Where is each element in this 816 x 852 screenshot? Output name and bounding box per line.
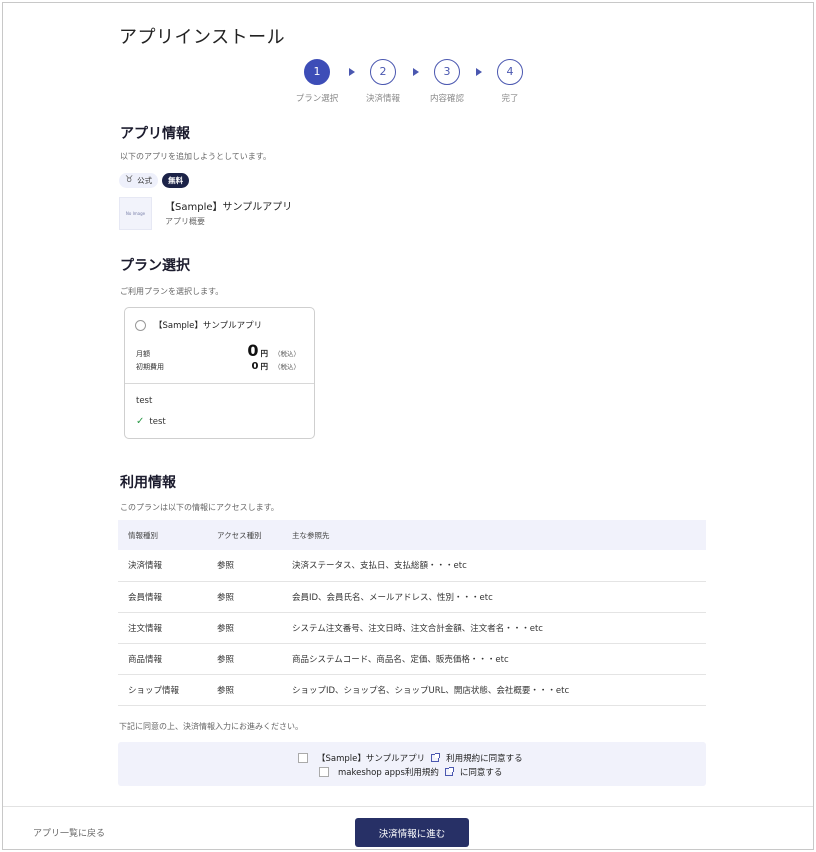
price-unit: 円 — [260, 362, 269, 371]
platform-terms-agreement: makeshop apps利用規約 に同意する — [319, 766, 502, 778]
external-link-icon[interactable] — [444, 767, 454, 776]
table-cell: 決済ステータス、支払日、支払総額・・・etc — [292, 550, 706, 582]
footer-bar: アプリ一覧に戻る 決済情報に進む — [3, 806, 813, 849]
table-cell: ショップID、ショップ名、ショップURL、開店状態、会社概要・・・etc — [292, 674, 706, 706]
step-number: 1 — [304, 59, 330, 85]
table-cell: 会員情報 — [118, 581, 217, 613]
step-plan-select: 1 プラン選択 — [282, 59, 352, 104]
plan-name: 【Sample】サンプルアプリ — [154, 321, 263, 331]
external-link-icon[interactable] — [431, 753, 441, 762]
table-cell: 参照 — [217, 643, 292, 675]
app-summary: No Image 【Sample】サンプルアプリ アプリ概要 — [119, 197, 292, 230]
table-row: 決済情報 参照 決済ステータス、支払日、支払総額・・・etc — [118, 550, 706, 582]
proceed-to-payment-button[interactable]: 決済情報に進む — [355, 818, 469, 847]
table-row: 注文情報 参照 システム注文番号、注文日時、注文合計金額、注文者名・・・etc — [118, 612, 706, 644]
official-badge-label: 公式 — [137, 176, 153, 185]
tax-note: （税込） — [274, 363, 300, 371]
table-row: ショップ情報 参照 ショップID、ショップ名、ショップURL、開店状態、会社概要… — [118, 674, 706, 706]
tax-note: （税込） — [274, 350, 300, 358]
step-number: 2 — [370, 59, 396, 85]
table-cell: 決済情報 — [118, 550, 217, 582]
step-number: 4 — [497, 59, 523, 85]
app-name: 【Sample】サンプルアプリ — [165, 202, 293, 213]
page-title: アプリインストール — [119, 27, 286, 48]
plan-card[interactable]: 【Sample】サンプルアプリ 月額 0 円 （税込） 初期費用 0 円 （税込… — [124, 307, 315, 439]
back-to-app-list-link[interactable]: アプリ一覧に戻る — [33, 826, 105, 839]
app-terms-suffix: 利用規約に同意する — [446, 754, 523, 764]
monthly-price-value: 0 — [247, 341, 259, 360]
app-terms-name: 【Sample】サンプルアプリ — [317, 754, 426, 764]
table-header-row: 情報種別 アクセス種別 主な参照先 — [118, 520, 706, 550]
table-row: 商品情報 参照 商品システムコード、商品名、定価、販売価格・・・etc — [118, 643, 706, 675]
agreement-note: 下記に同意の上、決済情報入力にお進みください。 — [119, 722, 303, 731]
plan-select-note: ご利用プランを選択します。 — [120, 287, 224, 296]
app-terms-agreement: 【Sample】サンプルアプリ 利用規約に同意する — [298, 752, 523, 764]
app-description: アプリ概要 — [165, 217, 205, 226]
table-cell: 参照 — [217, 674, 292, 706]
platform-terms-checkbox[interactable] — [319, 767, 329, 777]
app-badges: ♉ 公式 無料 — [119, 173, 190, 188]
table-cell: 注文情報 — [118, 612, 217, 644]
table-cell: 参照 — [217, 581, 292, 613]
app-terms-checkbox[interactable] — [298, 753, 308, 763]
table-cell: ショップ情報 — [118, 674, 217, 706]
price-unit: 円 — [260, 349, 269, 358]
plan-divider — [125, 383, 314, 384]
plan-feature-item: ✓ test — [136, 416, 166, 427]
app-info-note: 以下のアプリを追加しようとしています。 — [120, 152, 271, 161]
step-label: 完了 — [501, 94, 519, 104]
install-stepper: 1 プラン選択 2 決済情報 3 内容確認 4 完了 — [3, 59, 813, 109]
table-cell: 参照 — [217, 612, 292, 644]
table-cell: 商品システムコード、商品名、定価、販売価格・・・etc — [292, 643, 706, 675]
platform-terms-suffix: に同意する — [459, 768, 503, 778]
table-header-cell: アクセス種別 — [217, 520, 292, 550]
app-info-title: アプリ情報 — [120, 126, 190, 142]
thumbnail-placeholder-text: No Image — [125, 211, 146, 216]
step-complete: 4 完了 — [475, 59, 545, 104]
check-icon: ✓ — [136, 416, 145, 427]
step-label: プラン選択 — [295, 94, 339, 104]
table-cell: 商品情報 — [118, 643, 217, 675]
usage-info-note: このプランは以下の情報にアクセスします。 — [120, 503, 279, 512]
medal-icon: ♉ — [125, 175, 134, 185]
initial-price-label: 初期費用 — [136, 363, 164, 371]
step-label: 内容確認 — [429, 94, 464, 104]
table-header-cell: 情報種別 — [118, 520, 217, 550]
plan-feature-text: test — [149, 416, 166, 427]
initial-price-row: 初期費用 0 円 （税込） — [136, 361, 300, 372]
app-install-page: アプリインストール 1 プラン選択 2 決済情報 3 内容確認 4 完了 アプリ… — [2, 2, 814, 850]
step-label: 決済情報 — [365, 94, 400, 104]
free-badge: 無料 — [162, 173, 190, 188]
initial-price-value: 0 — [251, 361, 259, 372]
agreement-box: 【Sample】サンプルアプリ 利用規約に同意する makeshop apps利… — [118, 742, 706, 786]
table-cell: 会員ID、会員氏名、メールアドレス、性別・・・etc — [292, 581, 706, 613]
step-payment-info: 2 決済情報 — [348, 59, 418, 104]
table-row: 会員情報 参照 会員ID、会員氏名、メールアドレス、性別・・・etc — [118, 581, 706, 613]
step-number: 3 — [434, 59, 460, 85]
plan-feature-title: test — [136, 396, 153, 406]
official-badge: ♉ 公式 — [119, 173, 159, 188]
table-cell: 参照 — [217, 550, 292, 582]
table-cell: システム注文番号、注文日時、注文合計金額、注文者名・・・etc — [292, 612, 706, 644]
platform-terms-name: makeshop apps利用規約 — [338, 768, 439, 778]
app-thumbnail: No Image — [119, 197, 152, 230]
table-header-cell: 主な参照先 — [292, 520, 706, 550]
monthly-price-row: 月額 0 円 （税込） — [136, 341, 300, 360]
plan-radio[interactable] — [135, 319, 146, 331]
step-confirm: 3 内容確認 — [412, 59, 482, 104]
usage-info-title: 利用情報 — [120, 475, 176, 491]
plan-header: 【Sample】サンプルアプリ — [135, 319, 262, 331]
access-info-table: 情報種別 アクセス種別 主な参照先 決済情報 参照 決済ステータス、支払日、支払… — [118, 520, 706, 706]
monthly-price-label: 月額 — [136, 350, 150, 358]
plan-select-title: プラン選択 — [120, 258, 190, 274]
